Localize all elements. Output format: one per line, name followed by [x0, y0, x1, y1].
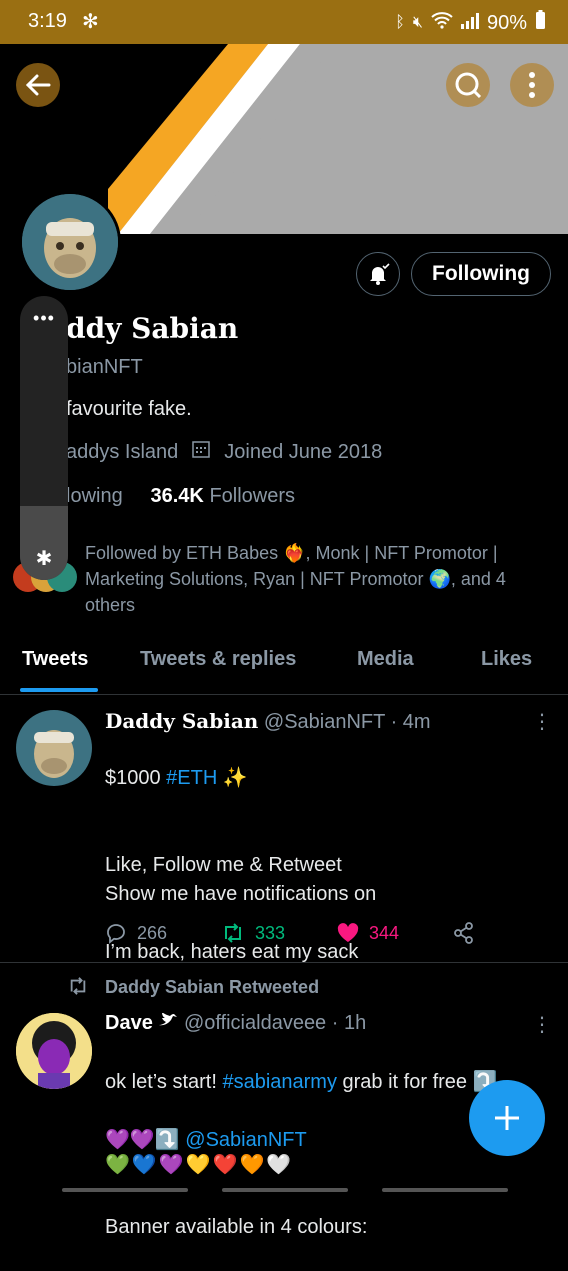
- tweet-time[interactable]: · 4m: [391, 711, 431, 733]
- profile-bio: favourite fake.: [66, 398, 192, 420]
- profile-meta: addys Island Joined June 2018: [66, 440, 382, 464]
- followed-by-text[interactable]: Followed by ETH Babes ❤️‍🔥, Monk | NFT P…: [85, 540, 545, 618]
- nav-indicator[interactable]: [222, 1188, 348, 1192]
- tweet-header: Daddy Sabian @SabianNFT · 4m: [105, 709, 431, 734]
- following-button[interactable]: Following: [411, 252, 551, 296]
- reply-count: 266: [137, 922, 168, 943]
- active-tab-indicator: [20, 688, 98, 692]
- kebab-menu-icon: [529, 72, 535, 98]
- tweet-text-prefix: ok let’s start!: [105, 1071, 223, 1093]
- tab-likes[interactable]: Likes: [481, 648, 532, 671]
- search-button[interactable]: [446, 63, 490, 107]
- back-button[interactable]: [16, 63, 60, 107]
- followers-count[interactable]: 36.4K: [151, 485, 204, 507]
- profile-avatar[interactable]: [19, 191, 121, 293]
- profile-tabs: Tweets Tweets & replies Media Likes: [0, 640, 568, 695]
- hashtag-link[interactable]: #sabianarmy: [222, 1071, 337, 1093]
- tweet-divider: [0, 962, 568, 963]
- profile-name: ddy Sabian: [66, 312, 239, 345]
- retweet-count: 333: [255, 922, 286, 943]
- notifications-bell-button[interactable]: [356, 252, 400, 296]
- wifi-icon: [431, 11, 453, 35]
- tweet-text-suffix: ✨: [217, 767, 248, 789]
- system-navigation-bar: [0, 1184, 568, 1200]
- tweet-actions: 266 333 344: [105, 922, 568, 944]
- verified-icon: [158, 1012, 184, 1034]
- tweet-text-rest: Like, Follow me & Retweet Show me have n…: [105, 854, 377, 963]
- signal-icon: [460, 12, 479, 35]
- retweeted-by-label[interactable]: Daddy Sabian Retweeted: [105, 977, 319, 998]
- battery-percent: 90%: [486, 11, 527, 34]
- retweet-context-icon: [66, 976, 90, 1001]
- nav-indicator[interactable]: [62, 1188, 188, 1192]
- share-button[interactable]: [453, 922, 568, 944]
- tweet-author-name[interactable]: Daddy Sabian: [105, 709, 258, 733]
- tweet-time[interactable]: · 1h: [332, 1012, 366, 1034]
- floating-side-panel[interactable]: ••• ✱: [20, 296, 68, 580]
- tweet-text-emoji: 💜💜⤵️: [105, 1129, 186, 1151]
- retweet-icon: [225, 923, 241, 943]
- bluetooth-icon: ᛒ: [395, 14, 405, 31]
- more-dots-icon[interactable]: •••: [20, 308, 68, 329]
- heart-icon: [337, 923, 359, 942]
- calendar-icon: [192, 440, 211, 464]
- tweet-text-line: Banner available in 4 colours:: [105, 1216, 368, 1238]
- bluetooth-icon[interactable]: ✱: [20, 546, 68, 571]
- tweet-avatar[interactable]: [16, 1013, 92, 1089]
- battery-icon: [535, 10, 546, 36]
- more-options-button[interactable]: [510, 63, 554, 107]
- following-count-label[interactable]: lowing: [66, 485, 123, 507]
- profile-location: addys Island: [66, 440, 179, 463]
- compose-tweet-button[interactable]: [469, 1080, 545, 1156]
- followers-label[interactable]: Followers: [209, 485, 295, 507]
- status-bar: 3:19 ✻ ᛒ 🔇︎ 90%: [0, 0, 568, 44]
- tweet-header: Dave @officialdaveee · 1h: [105, 1012, 366, 1035]
- tweet-author-handle[interactable]: @SabianNFT: [264, 711, 385, 733]
- mute-icon: 🔇︎: [412, 14, 423, 31]
- tweet-more-icon[interactable]: ⋮: [532, 1012, 552, 1037]
- like-button[interactable]: 344: [337, 922, 453, 944]
- share-icon: [454, 922, 473, 944]
- bell-icon: [370, 263, 390, 285]
- tweet-author-handle[interactable]: @officialdaveee: [184, 1012, 326, 1034]
- nav-indicator[interactable]: [382, 1188, 508, 1192]
- tweet-text-prefix: $1000: [105, 767, 167, 789]
- reply-button[interactable]: 266: [105, 922, 221, 944]
- status-time: 3:19: [28, 10, 67, 32]
- retweet-button[interactable]: 333: [221, 922, 337, 944]
- tab-tweets[interactable]: Tweets: [22, 648, 88, 671]
- tweet-text: $1000 #ETH ✨ Like, Follow me & Retweet S…: [105, 735, 376, 996]
- mention-link[interactable]: @SabianNFT: [185, 1129, 306, 1151]
- hashtag-link[interactable]: #ETH: [166, 767, 217, 789]
- reply-icon: [107, 924, 125, 944]
- profile-handle: bianNFT: [66, 356, 143, 378]
- search-icon: [455, 72, 482, 99]
- profile-counts: lowing 36.4K Followers: [66, 485, 295, 508]
- tweet-avatar[interactable]: [16, 710, 92, 786]
- fan-icon: ✻: [82, 11, 99, 33]
- profile-joined: Joined June 2018: [224, 440, 383, 463]
- tweet-more-icon[interactable]: ⋮: [532, 709, 552, 734]
- tweet-hearts-row: 💚💙💜💛❤️🧡🤍: [105, 1154, 294, 1176]
- status-icons: ᛒ 🔇︎ 90%: [395, 10, 546, 36]
- tweet-text-suffix: grab it for free ⤵️: [336, 1071, 498, 1093]
- tweet-author-name[interactable]: Dave: [105, 1012, 153, 1034]
- arrow-left-icon: [25, 74, 51, 96]
- like-count: 344: [369, 922, 400, 943]
- tab-tweets-replies[interactable]: Tweets & replies: [140, 648, 296, 671]
- plus-icon: [495, 1106, 519, 1130]
- tab-media[interactable]: Media: [357, 648, 414, 671]
